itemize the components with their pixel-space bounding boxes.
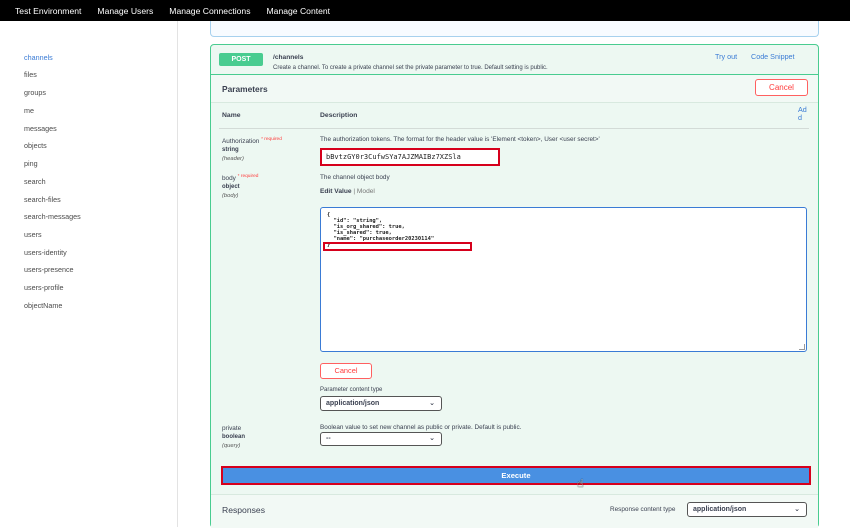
sidebar-item-objectname[interactable]: objectName bbox=[24, 301, 62, 310]
body-editor-textarea[interactable]: { "id": "string", "is_org_shared": true,… bbox=[320, 207, 807, 352]
response-content-type-label: Response content type bbox=[610, 506, 676, 513]
tab-model[interactable]: Model bbox=[357, 188, 375, 195]
body-code: { "id": "string", "is_org_shared": true,… bbox=[323, 212, 472, 251]
hand-cursor-icon: ☝ bbox=[577, 478, 584, 490]
name-field-highlight bbox=[323, 242, 472, 251]
param-body-name: body bbox=[222, 175, 236, 183]
chevron-down-icon: ⌄ bbox=[794, 506, 800, 513]
sidebar-item-search-messages[interactable]: search-messages bbox=[24, 212, 81, 221]
parameter-content-type-select[interactable]: application/json ⌄ bbox=[320, 396, 442, 411]
operation-description: Create a channel. To create a private ch… bbox=[273, 65, 548, 71]
tab-edit-value[interactable]: Edit Value bbox=[320, 188, 352, 195]
param-authorization-description: The authorization tokens. The format for… bbox=[320, 136, 600, 143]
authorization-input[interactable]: bBvtzGY0r3CufwSYa7AJZMAIBz7XZSla bbox=[320, 148, 500, 166]
sidebar-item-messages[interactable]: messages bbox=[24, 124, 57, 133]
chevron-down-icon: ⌄ bbox=[429, 400, 435, 407]
sidebar-item-channels[interactable]: channels bbox=[24, 53, 53, 62]
param-authorization-type: string bbox=[222, 147, 239, 154]
parameter-content-type-value: application/json bbox=[326, 400, 380, 407]
top-navigation: Test Environment Manage Users Manage Con… bbox=[0, 0, 850, 21]
header-divider bbox=[219, 128, 809, 129]
sidebar-item-objects[interactable]: objects bbox=[24, 141, 47, 150]
param-body: body * required object (body) bbox=[222, 172, 258, 201]
sidebar-item-users[interactable]: users bbox=[24, 230, 42, 239]
sidebar-item-users-profile[interactable]: users-profile bbox=[24, 283, 64, 292]
parameters-header: Parameters Cancel bbox=[211, 75, 818, 103]
required-marker: * required bbox=[261, 137, 282, 142]
cancel-body-button[interactable]: Cancel bbox=[320, 363, 372, 379]
parameters-title: Parameters bbox=[222, 84, 268, 94]
body-tabs: Edit Value | Model bbox=[320, 188, 375, 195]
operation-path: /channels bbox=[273, 54, 304, 61]
cancel-try-out-button[interactable]: Cancel bbox=[755, 79, 808, 96]
add-parameter-link[interactable]: Ad d bbox=[798, 106, 812, 122]
column-header-name: Name bbox=[222, 112, 241, 119]
operation-block-post-channels: POST /channels Create a channel. To crea… bbox=[210, 44, 819, 528]
param-private: private boolean (query) bbox=[222, 424, 245, 451]
execute-button[interactable]: Execute bbox=[221, 466, 811, 485]
operation-summary[interactable]: POST /channels Create a channel. To crea… bbox=[211, 45, 818, 75]
nav-test-environment[interactable]: Test Environment bbox=[15, 6, 81, 16]
nav-manage-content[interactable]: Manage Content bbox=[267, 6, 331, 16]
resize-handle[interactable] bbox=[799, 344, 805, 350]
responses-title: Responses bbox=[222, 505, 265, 515]
param-private-location: (query) bbox=[222, 443, 241, 449]
nav-manage-users[interactable]: Manage Users bbox=[97, 6, 153, 16]
response-content-type-value: application/json bbox=[693, 506, 747, 513]
param-body-type: object bbox=[222, 184, 240, 191]
previous-operation-block bbox=[210, 21, 819, 37]
param-body-location: (body) bbox=[222, 193, 239, 200]
code-snippet-button[interactable]: Code Snippet bbox=[751, 52, 795, 61]
private-select[interactable]: -- ⌄ bbox=[320, 432, 442, 446]
sidebar-item-me[interactable]: me bbox=[24, 106, 34, 115]
sidebar-item-search[interactable]: search bbox=[24, 177, 46, 186]
chevron-down-icon: ⌄ bbox=[429, 435, 435, 442]
sidebar: channels files groups me messages object… bbox=[0, 21, 178, 527]
param-private-type: boolean bbox=[222, 434, 246, 440]
param-authorization-name: Authorization bbox=[222, 138, 260, 146]
sidebar-item-users-presence[interactable]: users-presence bbox=[24, 265, 74, 274]
parameter-content-type-label: Parameter content type bbox=[320, 387, 383, 393]
param-authorization: Authorization * required string (header) bbox=[222, 135, 282, 164]
param-body-description: The channel object body bbox=[320, 174, 390, 181]
sidebar-item-groups[interactable]: groups bbox=[24, 88, 46, 97]
column-header-description: Description bbox=[320, 112, 358, 119]
required-marker: * required bbox=[237, 174, 259, 179]
sidebar-item-files[interactable]: files bbox=[24, 70, 37, 79]
sidebar-item-search-files[interactable]: search-files bbox=[24, 195, 61, 204]
responses-section: Responses Response content type applicat… bbox=[211, 494, 818, 528]
param-authorization-location: (header) bbox=[222, 156, 244, 163]
private-select-value: -- bbox=[326, 435, 331, 442]
method-badge: POST bbox=[219, 53, 263, 66]
param-private-description: Boolean value to set new channel as publ… bbox=[320, 424, 522, 431]
param-private-name: private bbox=[222, 425, 242, 432]
nav-manage-connections[interactable]: Manage Connections bbox=[169, 6, 250, 16]
sidebar-item-ping[interactable]: ping bbox=[24, 159, 38, 168]
response-content-type-select[interactable]: application/json ⌄ bbox=[687, 502, 807, 517]
try-out-button[interactable]: Try out bbox=[715, 52, 737, 61]
sidebar-item-users-identity[interactable]: users-identity bbox=[24, 248, 67, 257]
